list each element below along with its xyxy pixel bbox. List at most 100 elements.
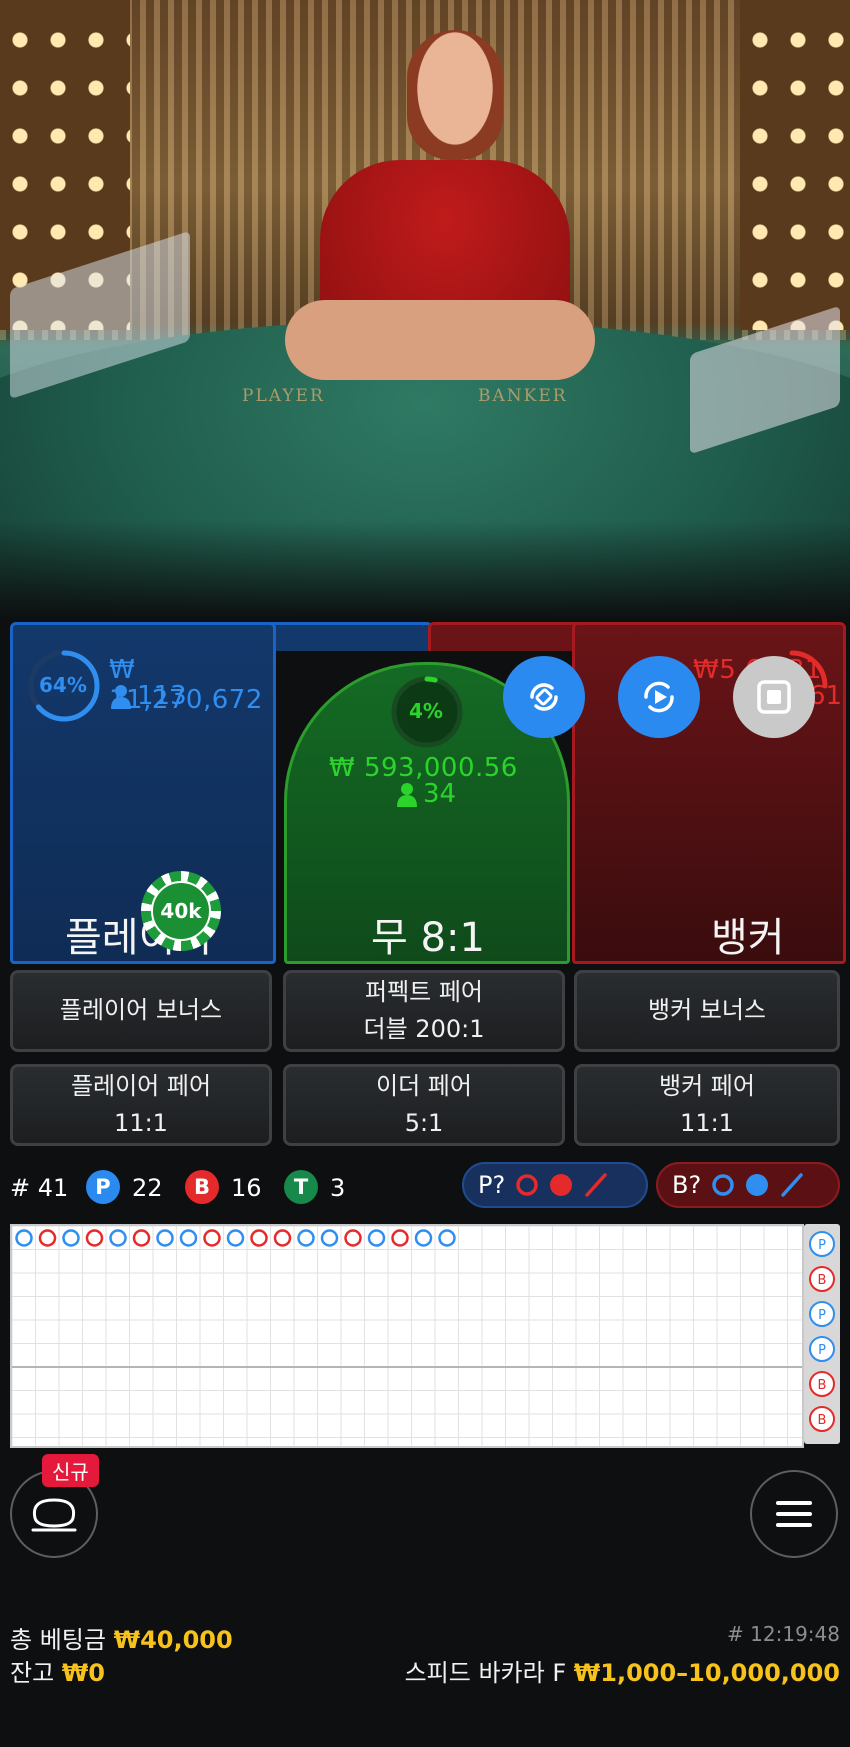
player-predict-label: P? bbox=[478, 1171, 506, 1199]
bead-road-result bbox=[15, 1229, 33, 1247]
video-wall-lights-right bbox=[740, 0, 850, 330]
live-video: PLAYER BANKER bbox=[0, 0, 850, 620]
stats-bar: # 41 P 22 B 16 T 3 P? B? bbox=[10, 1162, 840, 1214]
round-number: # 41 bbox=[10, 1174, 69, 1202]
dealer-arms bbox=[285, 300, 595, 380]
cockroach-slash-icon bbox=[585, 1173, 607, 1197]
player-badge: P bbox=[86, 1170, 120, 1204]
bead-road-result bbox=[109, 1229, 127, 1247]
side-bet-payout: 11:1 bbox=[114, 1109, 168, 1137]
player-bonus-button[interactable]: 플레이어 보너스 bbox=[10, 970, 272, 1052]
perfect-pair-button[interactable]: 퍼펙트 페어 더블 200:1 bbox=[283, 970, 565, 1052]
bead-road-result bbox=[367, 1229, 386, 1247]
side-result-letter: P bbox=[818, 1238, 826, 1253]
banker-badge: B bbox=[185, 1170, 219, 1204]
bead-road-result bbox=[85, 1229, 104, 1247]
balance-value: ₩0 bbox=[61, 1659, 105, 1687]
user-icon bbox=[397, 783, 417, 811]
bead-road-result bbox=[203, 1229, 221, 1247]
tie-label: 무 8:1 bbox=[371, 915, 485, 961]
stop-button[interactable] bbox=[733, 656, 815, 738]
player-bettor-count: 113 bbox=[137, 681, 187, 711]
side-bet-label: 뱅커 보너스 bbox=[647, 996, 767, 1025]
bet-chip[interactable]: 40k bbox=[141, 871, 221, 951]
side-bet-label: 이더 페어 bbox=[376, 1071, 472, 1100]
side-result-letter: P bbox=[818, 1343, 826, 1358]
roadmap-side-column: P B P P B B bbox=[804, 1224, 840, 1444]
side-bet-payout: 5:1 bbox=[404, 1109, 444, 1137]
player-predict-button[interactable]: P? bbox=[462, 1162, 648, 1208]
player-percent: 64% bbox=[39, 673, 87, 697]
side-result-letter: P bbox=[818, 1308, 826, 1323]
chat-bubble-icon bbox=[31, 1498, 77, 1532]
game-clock: # 12:19:48 bbox=[727, 1622, 840, 1646]
banker-predict-button[interactable]: B? bbox=[656, 1162, 840, 1208]
side-bet-payout: 더블 200:1 bbox=[363, 1015, 485, 1043]
bead-road-result bbox=[297, 1229, 315, 1247]
bead-road-result bbox=[38, 1229, 57, 1247]
small-road-dot-icon bbox=[746, 1174, 769, 1196]
total-bet-label: 총 베팅금 bbox=[10, 1626, 106, 1654]
big-eye-ring-icon bbox=[516, 1174, 538, 1196]
side-bet-payout: 11:1 bbox=[680, 1109, 734, 1137]
bead-road-result bbox=[438, 1229, 456, 1247]
big-eye-ring-icon bbox=[712, 1174, 734, 1196]
table-banker-text: BANKER bbox=[478, 386, 568, 406]
side-result-letter: B bbox=[818, 1378, 827, 1393]
roadmap[interactable] bbox=[10, 1224, 804, 1448]
side-bet-label: 퍼펙트 페어 bbox=[364, 977, 484, 1006]
bead-road-result bbox=[414, 1229, 433, 1247]
player-win-count: 22 bbox=[132, 1174, 163, 1202]
tie-win-count: 3 bbox=[330, 1174, 346, 1202]
bead-road-result bbox=[320, 1229, 339, 1247]
menu-button[interactable] bbox=[750, 1470, 838, 1558]
player-pair-button[interactable]: 플레이어 페어 11:1 bbox=[10, 1064, 272, 1146]
banker-pair-button[interactable]: 뱅커 페어 11:1 bbox=[574, 1064, 840, 1146]
banker-predict-label: B? bbox=[672, 1171, 702, 1199]
dealer-head bbox=[407, 30, 503, 160]
bead-road-result bbox=[226, 1229, 245, 1247]
banker-label: 뱅커 bbox=[711, 915, 785, 961]
tie-bettor-count: 34 bbox=[423, 779, 457, 809]
autoplay-button[interactable] bbox=[618, 656, 700, 738]
tie-percent: 4% bbox=[409, 699, 443, 723]
bead-road-result bbox=[156, 1229, 174, 1247]
total-bet-value: ₩40,000 bbox=[113, 1626, 233, 1654]
side-result-letter: B bbox=[818, 1273, 827, 1288]
rotate-icon bbox=[530, 683, 558, 711]
user-icon bbox=[111, 685, 131, 713]
side-bet-label: 플레이어 페어 bbox=[70, 1071, 212, 1100]
tie-badge: T bbox=[284, 1170, 318, 1204]
bet-limits: ₩1,000–10,000,000 bbox=[573, 1659, 840, 1687]
roadmap-grid bbox=[11, 1225, 802, 1446]
chip-value: 40k bbox=[151, 881, 211, 941]
autoplay-icon bbox=[644, 681, 674, 713]
rotate-button[interactable] bbox=[503, 656, 585, 738]
bead-road-result bbox=[62, 1229, 80, 1247]
table-limits: 스피드 바카라 F ₩1,000–10,000,000 bbox=[405, 1653, 840, 1688]
bead-road-result bbox=[273, 1229, 292, 1247]
bead-road-result bbox=[132, 1229, 151, 1247]
balance-label: 잔고 bbox=[10, 1659, 55, 1687]
player-total-amount: ₩ 11,270,672 bbox=[109, 655, 263, 715]
total-bet: 총 베팅금 ₩40,000 bbox=[10, 1620, 233, 1655]
player-bet-spot[interactable]: 64% ₩ 11,270,672 113 플레이어 40k bbox=[10, 622, 276, 964]
bead-road-result bbox=[391, 1229, 409, 1247]
banker-win-count: 16 bbox=[231, 1174, 262, 1202]
new-badge: 신규 bbox=[42, 1454, 99, 1487]
table-player-text: PLAYER bbox=[242, 386, 325, 406]
small-road-dot-icon bbox=[550, 1174, 573, 1196]
bead-road-result bbox=[179, 1229, 198, 1247]
hamburger-menu-icon bbox=[776, 1501, 812, 1527]
banker-bonus-button[interactable]: 뱅커 보너스 bbox=[574, 970, 840, 1052]
side-bet-label: 뱅커 페어 bbox=[659, 1071, 755, 1100]
side-result-letter: B bbox=[818, 1413, 827, 1428]
stop-icon bbox=[757, 680, 791, 714]
game-name: 스피드 바카라 F bbox=[404, 1659, 567, 1687]
bead-road-result bbox=[344, 1229, 362, 1247]
bead-road-result bbox=[250, 1229, 268, 1247]
either-pair-button[interactable]: 이더 페어 5:1 bbox=[283, 1064, 565, 1146]
betting-area: 64% ₩ 11,270,672 113 플레이어 40k ₩5,6 431 6… bbox=[10, 622, 846, 964]
cockroach-slash-icon bbox=[781, 1173, 803, 1197]
balance: 잔고 ₩0 bbox=[10, 1653, 105, 1688]
